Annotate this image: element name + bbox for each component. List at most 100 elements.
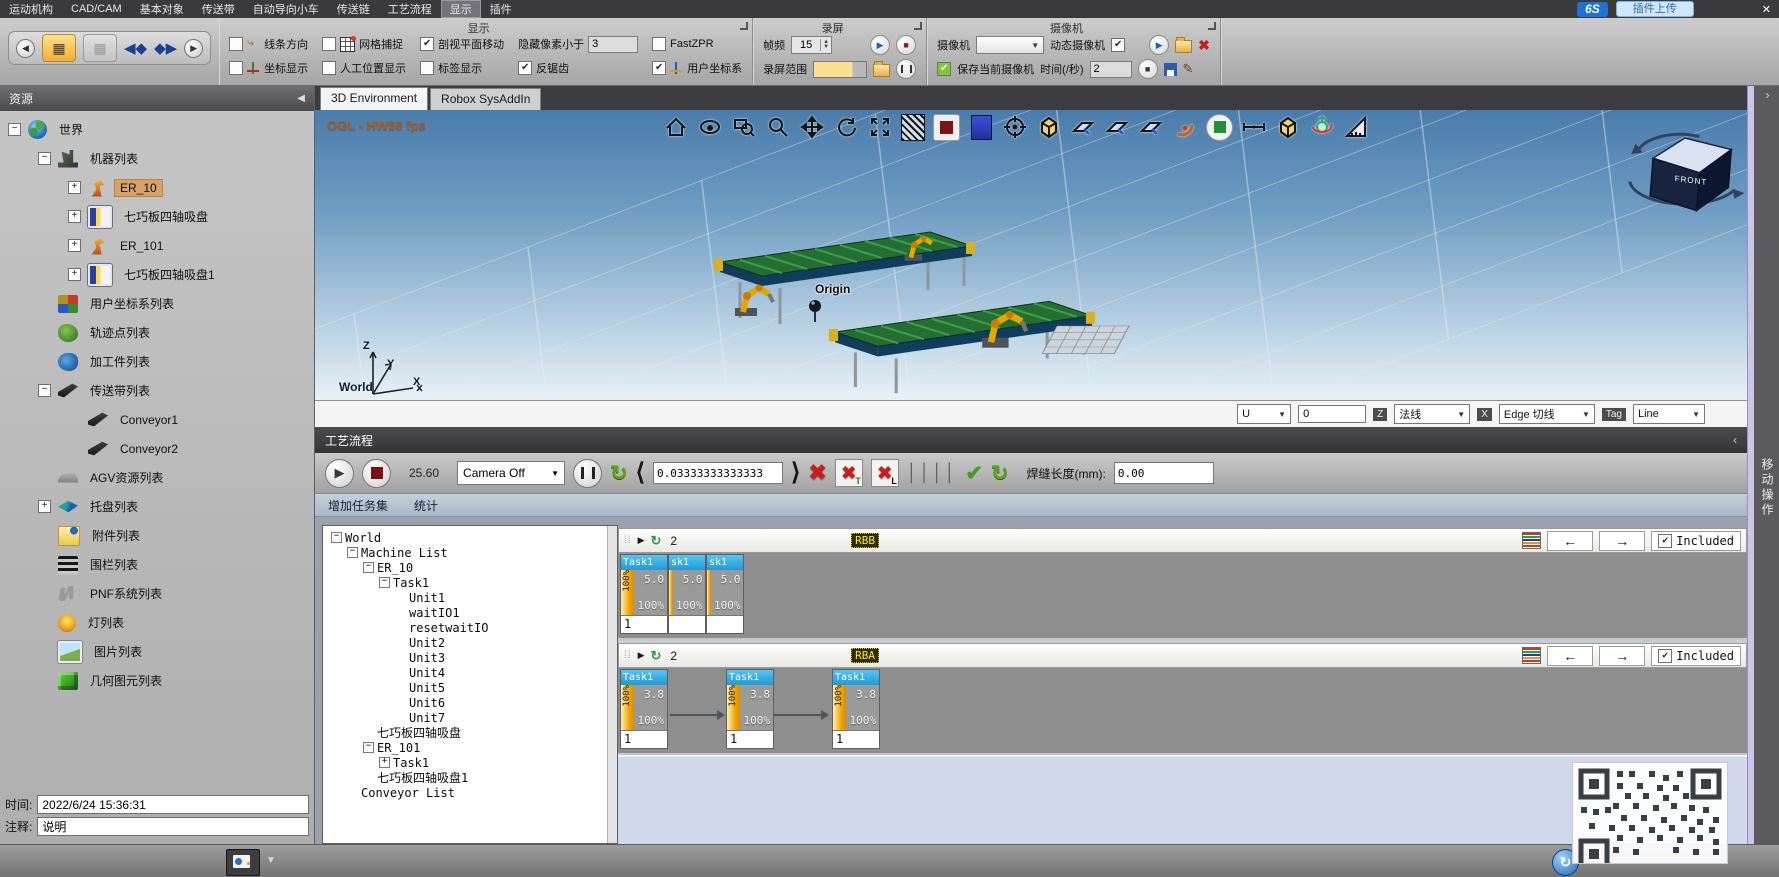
- checkbox-fastzpr[interactable]: FastZPR: [652, 35, 742, 53]
- tree-item[interactable]: 几何图元列表: [0, 666, 314, 695]
- checkbox-antialias[interactable]: 反锯齿: [518, 59, 638, 77]
- measure-icon[interactable]: [1241, 114, 1267, 140]
- tab-3d-environment[interactable]: 3D Environment: [320, 87, 428, 110]
- fps-stepper[interactable]: ▲▼: [791, 36, 832, 54]
- move-right-button[interactable]: →: [1599, 531, 1645, 551]
- task-block[interactable]: sk1 5.0100%: [706, 554, 744, 634]
- skip-forward-icon[interactable]: ◆▶: [154, 39, 177, 57]
- fit-view-icon[interactable]: [867, 114, 893, 140]
- tree-item[interactable]: 机器列表: [0, 144, 314, 173]
- expander-icon[interactable]: [68, 239, 81, 252]
- target-icon[interactable]: [1002, 114, 1028, 140]
- task-list-icon[interactable]: [1522, 532, 1541, 549]
- task-block[interactable]: Task1 100% 5.0100% 1: [620, 554, 668, 634]
- tree-item[interactable]: 附件列表: [0, 521, 314, 550]
- task-tree-item[interactable]: 七巧板四轴吸盘: [327, 725, 607, 740]
- clip-plane-1-icon[interactable]: [1070, 114, 1096, 140]
- delete-append-button[interactable]: ✖L: [871, 459, 899, 487]
- tab-robox-sysaddin[interactable]: Robox SysAddIn: [430, 88, 541, 110]
- block-count-cell[interactable]: 1: [621, 615, 667, 633]
- task-tree-item[interactable]: 七巧板四轴吸盘1: [327, 770, 607, 785]
- refresh2-icon[interactable]: ↻: [991, 461, 1009, 486]
- confirm-icon[interactable]: ✔: [965, 461, 983, 486]
- tree-item[interactable]: 传送带列表: [0, 376, 314, 405]
- tree-item[interactable]: ER_10: [0, 173, 314, 202]
- block-count-cell[interactable]: [707, 615, 743, 633]
- expander-icon[interactable]: [363, 742, 374, 753]
- task-tree-item[interactable]: Unit1: [327, 590, 607, 605]
- task-tree-item[interactable]: resetwaitIO: [327, 620, 607, 635]
- refresh-icon[interactable]: ↻: [610, 461, 628, 486]
- expander-icon[interactable]: [347, 547, 358, 558]
- task-tree-item[interactable]: ER_10: [327, 560, 607, 575]
- checkbox-label-display[interactable]: 标签显示: [420, 59, 504, 77]
- brush-icon[interactable]: ✎: [1183, 61, 1194, 77]
- clip-box-icon[interactable]: [1036, 114, 1062, 140]
- record-play-button[interactable]: ▶: [870, 35, 890, 55]
- dock-expand-icon[interactable]: ›: [1766, 88, 1770, 102]
- tree-scrollbar[interactable]: [607, 526, 617, 843]
- user-edit-button[interactable]: [226, 849, 260, 876]
- panel-splitter[interactable]: [1747, 86, 1754, 844]
- checkbox-user-coord[interactable]: 用户坐标系: [652, 59, 742, 77]
- task-row-header[interactable]: ⁞⁞ ▶ ↻ 2 RBA ← → Included: [618, 643, 1747, 668]
- task-block[interactable]: Task1 100% 3.8100% 1: [620, 669, 668, 749]
- expander-icon[interactable]: [379, 577, 390, 588]
- menu-item[interactable]: 显示: [441, 0, 481, 18]
- line-select[interactable]: Line▼: [1633, 404, 1705, 424]
- group-expand-icon[interactable]: [1208, 22, 1216, 30]
- task-block[interactable]: Task1 100% 3.8100% 1: [726, 669, 774, 749]
- dock-label[interactable]: 移动操作: [1759, 458, 1776, 518]
- step-back-icon[interactable]: ⟨: [636, 461, 645, 485]
- camera-delete-icon[interactable]: ✖: [1198, 37, 1210, 54]
- orbit-camera-icon[interactable]: [1309, 114, 1335, 140]
- plugin-upload-button[interactable]: 插件上传: [1616, 1, 1694, 17]
- expander-icon[interactable]: [8, 123, 21, 136]
- layout-grid-button[interactable]: ▦: [42, 34, 76, 62]
- delete-insert-button[interactable]: ✖T: [835, 459, 863, 487]
- eye-icon[interactable]: [697, 114, 723, 140]
- clip-plane-3-icon[interactable]: [1138, 114, 1164, 140]
- tree-item[interactable]: PNF系统列表: [0, 579, 314, 608]
- time-input[interactable]: [37, 795, 309, 814]
- camera-time-input[interactable]: [1090, 61, 1132, 78]
- expander-icon[interactable]: [68, 181, 81, 194]
- expander-icon[interactable]: [38, 384, 51, 397]
- u-select[interactable]: U▼: [1237, 404, 1291, 424]
- clip-plane-2-icon[interactable]: [1104, 114, 1130, 140]
- hide-pixel-input[interactable]: [588, 36, 638, 53]
- menu-item[interactable]: 工艺流程: [379, 0, 441, 18]
- tree-item[interactable]: ER_101: [0, 231, 314, 260]
- menu-item[interactable]: 插件: [481, 0, 521, 18]
- fps-input[interactable]: [792, 39, 820, 51]
- step-forward-icon[interactable]: ⟩: [791, 461, 800, 485]
- checkbox-section-plane-move[interactable]: 剖视平面移动: [420, 35, 504, 53]
- checkbox-manual-position[interactable]: 人工位置显示: [322, 59, 406, 77]
- normal-select[interactable]: 法线▼: [1394, 404, 1470, 424]
- section-hatch-icon[interactable]: [901, 114, 925, 141]
- tree-item[interactable]: 七巧板四轴吸盘1: [0, 260, 314, 289]
- record-stop-button[interactable]: ■: [896, 35, 916, 55]
- sim-pause-button[interactable]: [573, 459, 602, 488]
- expander-icon[interactable]: [38, 152, 51, 165]
- task-tree-item[interactable]: Unit5: [327, 680, 607, 695]
- expander-icon[interactable]: [363, 562, 374, 573]
- skip-back-icon[interactable]: ◀◆: [124, 39, 147, 57]
- block-count-cell[interactable]: 1: [621, 730, 667, 748]
- u-value-input[interactable]: [1298, 405, 1366, 423]
- task-block[interactable]: sk1 5.0100%: [668, 554, 706, 634]
- tree-item[interactable]: 七巧板四轴吸盘: [0, 202, 314, 231]
- checkbox-line-direction[interactable]: 线条方向: [229, 35, 308, 53]
- edge-select[interactable]: Edge 切线▼: [1499, 404, 1595, 424]
- tree-item[interactable]: 加工件列表: [0, 347, 314, 376]
- camera-play-button[interactable]: ▶: [1149, 35, 1169, 55]
- row-play-icon[interactable]: ▶: [638, 650, 645, 661]
- tree-item[interactable]: AGV资源列表: [0, 463, 314, 492]
- block-count-cell[interactable]: 1: [727, 730, 773, 748]
- close-icon[interactable]: ✕: [1762, 3, 1771, 16]
- tree-item[interactable]: 轨迹点列表: [0, 318, 314, 347]
- task-tree-item[interactable]: waitIO1: [327, 605, 607, 620]
- move-right-button[interactable]: →: [1599, 646, 1645, 666]
- menu-item[interactable]: 传送带: [193, 0, 244, 18]
- task-tree-item[interactable]: Unit6: [327, 695, 607, 710]
